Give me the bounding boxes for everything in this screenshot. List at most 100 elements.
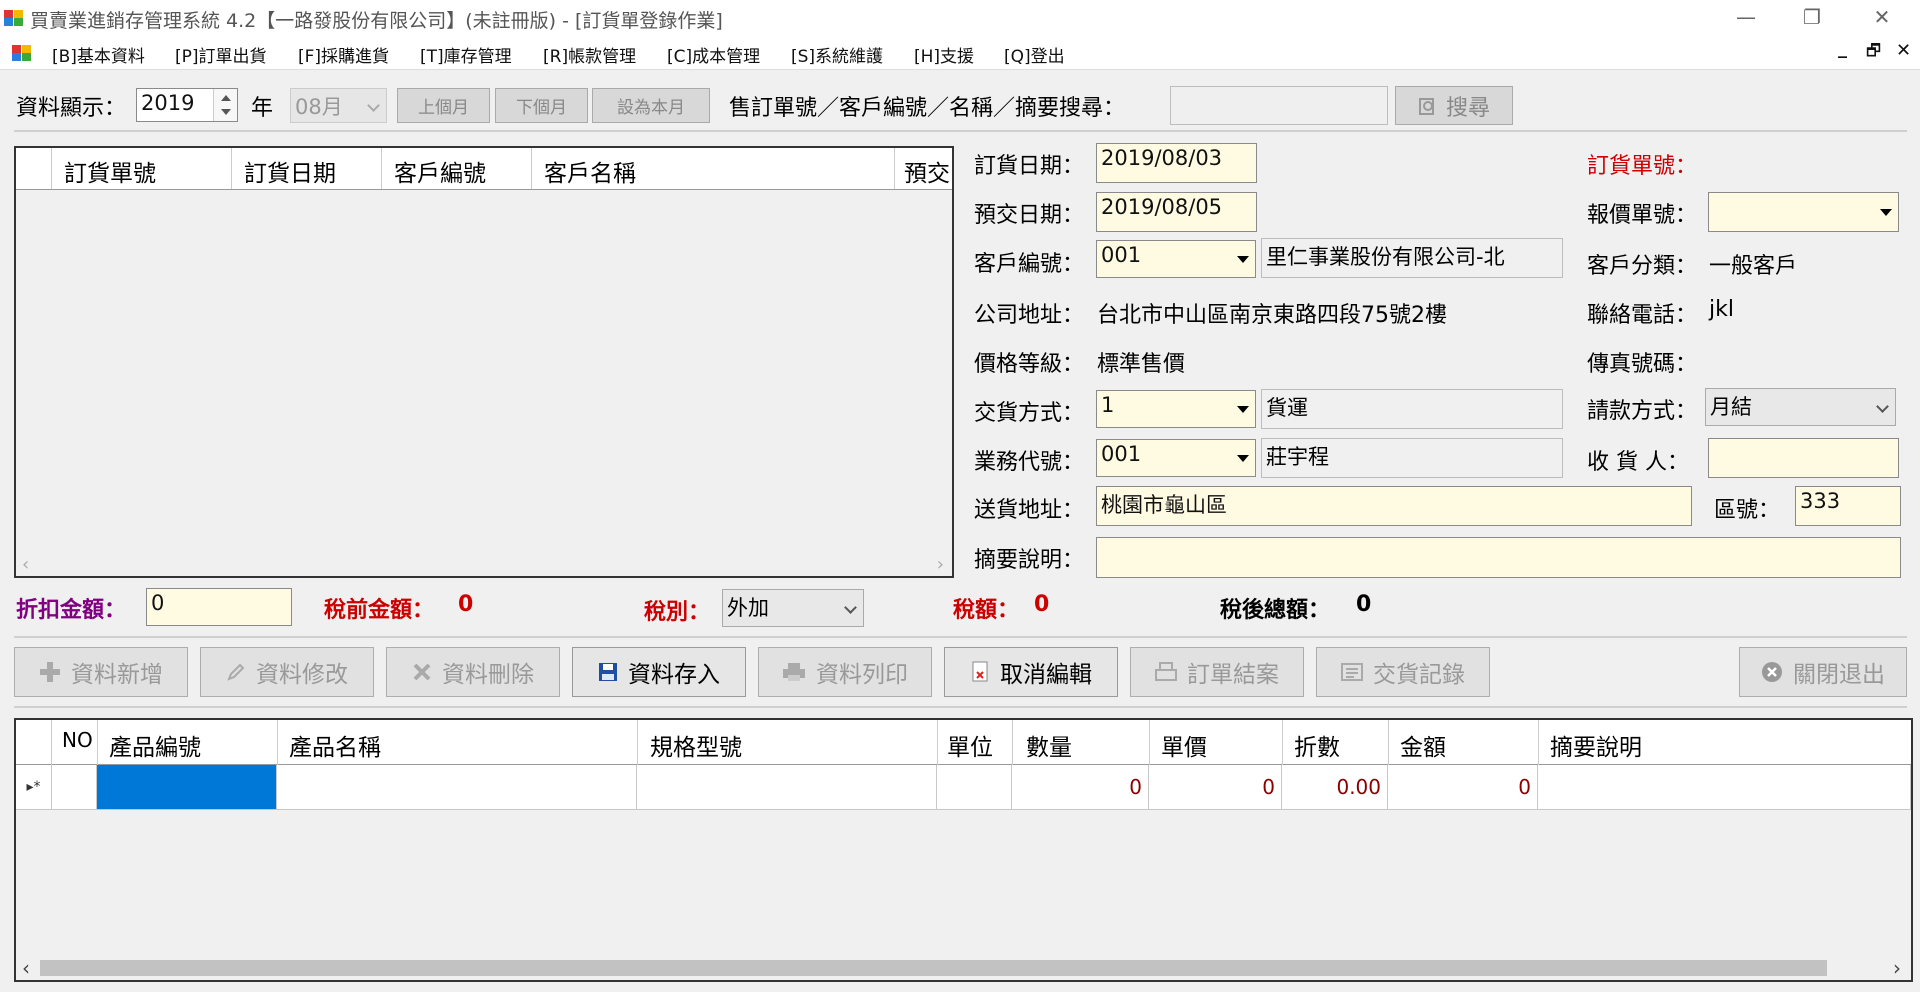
- mdi-minimize-button[interactable]: _: [1838, 38, 1847, 59]
- add-button[interactable]: 資料新增: [14, 647, 188, 697]
- close-order-button[interactable]: 訂單結案: [1130, 647, 1304, 697]
- menu-orders[interactable]: [P]訂單出貨: [175, 42, 267, 67]
- divider: [14, 130, 1907, 132]
- col-qty[interactable]: 數量: [1026, 728, 1072, 762]
- cell-product-name[interactable]: [277, 765, 637, 810]
- search-input[interactable]: [1170, 86, 1388, 125]
- delete-button[interactable]: 資料刪除: [386, 647, 560, 697]
- col-no[interactable]: NO: [62, 728, 93, 752]
- prev-month-button[interactable]: 上個月: [397, 88, 490, 123]
- mdi-close-button[interactable]: ✕: [1896, 40, 1911, 61]
- menu-support[interactable]: [H]支援: [914, 42, 974, 67]
- cell-qty[interactable]: 0: [1012, 765, 1149, 810]
- col-amount[interactable]: 金額: [1400, 728, 1446, 762]
- chevron-down-icon: [844, 601, 857, 614]
- menu-cost[interactable]: [C]成本管理: [667, 42, 760, 67]
- cell-spec[interactable]: [637, 765, 937, 810]
- col-price[interactable]: 單價: [1161, 728, 1207, 762]
- scroll-left-icon[interactable]: ‹: [22, 956, 30, 980]
- detail-grid[interactable]: NO 產品編號 產品名稱 規格型號 單位 數量 單價 折數 金額 摘要說明 ▸*…: [14, 718, 1913, 982]
- col-discount[interactable]: 折數: [1294, 728, 1340, 762]
- menu-logout[interactable]: [Q]登出: [1004, 42, 1065, 67]
- spinner-buttons[interactable]: [213, 89, 237, 121]
- edit-button[interactable]: 資料修改: [200, 647, 374, 697]
- cancel-edit-button[interactable]: 取消編輯: [944, 647, 1118, 697]
- year-spinner[interactable]: 2019: [136, 88, 238, 122]
- menu-accounts[interactable]: [R]帳款管理: [543, 42, 636, 67]
- menu-purchase[interactable]: [F]採購進貨: [298, 42, 389, 67]
- add-button-label: 資料新增: [71, 662, 163, 688]
- year-value: 2019: [141, 91, 195, 115]
- close-button[interactable]: ✕: [1852, 0, 1912, 34]
- col-product-no[interactable]: 產品編號: [109, 728, 201, 762]
- search-button[interactable]: 搜尋: [1395, 86, 1513, 125]
- cell-unit[interactable]: [937, 765, 1012, 810]
- zip-field[interactable]: 333: [1795, 486, 1901, 526]
- discount-field[interactable]: 0: [146, 588, 292, 626]
- menu-system[interactable]: [S]系統維護: [791, 42, 883, 67]
- delivery-addr-field[interactable]: 桃園市龜山區: [1096, 486, 1692, 526]
- spin-down-icon[interactable]: [221, 109, 231, 115]
- cell-amount[interactable]: 0: [1388, 765, 1538, 810]
- col-order-date[interactable]: 訂貨日期: [244, 154, 336, 188]
- cell-no[interactable]: [52, 765, 97, 810]
- menu-bar: [B]基本資料 [P]訂單出貨 [F]採購進貨 [T]庫存管理 [R]帳款管理 …: [0, 34, 1920, 70]
- print-button[interactable]: 資料列印: [758, 647, 932, 697]
- exit-button[interactable]: 關閉退出: [1739, 647, 1907, 697]
- col-cust-name[interactable]: 客戶名稱: [544, 154, 636, 188]
- pay-select[interactable]: 月結: [1705, 388, 1896, 426]
- minimize-button[interactable]: —: [1716, 0, 1776, 34]
- mdi-restore-button[interactable]: 🗗: [1866, 40, 1881, 67]
- col-unit[interactable]: 單位: [947, 728, 993, 762]
- scroll-left-icon[interactable]: ‹: [22, 554, 29, 575]
- this-month-button[interactable]: 設為本月: [592, 88, 710, 123]
- col-memo[interactable]: 摘要說明: [1550, 728, 1642, 762]
- col-divider: [231, 148, 232, 189]
- sales-code-select[interactable]: 001: [1096, 439, 1256, 477]
- ship-code-select[interactable]: 1: [1096, 390, 1256, 428]
- menu-inventory[interactable]: [T]庫存管理: [420, 42, 512, 67]
- delivery-record-button[interactable]: 交貨記錄: [1316, 647, 1490, 697]
- cell-price[interactable]: 0: [1149, 765, 1282, 810]
- order-list-grid[interactable]: 訂貨單號 訂貨日期 客戶編號 客戶名稱 預交 ‹ ›: [14, 146, 954, 578]
- fax-label: 傳真號碼：: [1587, 352, 1698, 377]
- col-spec[interactable]: 規格型號: [650, 728, 742, 762]
- cell-product-no-selected[interactable]: [97, 765, 277, 810]
- cust-no-select[interactable]: 001: [1096, 240, 1256, 278]
- cust-no-value: 001: [1101, 243, 1142, 267]
- horizontal-scrollbar[interactable]: ‹ ›: [16, 956, 1911, 980]
- cancel-edit-button-label: 取消編輯: [1000, 662, 1092, 688]
- save-button[interactable]: 資料存入: [572, 647, 746, 697]
- col-cust-no[interactable]: 客戶編號: [394, 154, 486, 188]
- pay-value: 月結: [1710, 395, 1752, 419]
- scroll-right-icon[interactable]: ›: [1893, 956, 1901, 980]
- order-date-label: 訂貨日期：: [974, 154, 1085, 179]
- due-date-field[interactable]: 2019/08/05: [1096, 192, 1257, 232]
- taxtype-select[interactable]: 外加: [722, 589, 864, 627]
- menu-basic[interactable]: [B]基本資料: [52, 42, 145, 67]
- col-order-no[interactable]: 訂貨單號: [64, 154, 156, 188]
- horizontal-scrollbar[interactable]: ‹ ›: [16, 552, 952, 576]
- ship-name-field: 貨運: [1261, 389, 1563, 429]
- col-product-name[interactable]: 產品名稱: [289, 728, 381, 762]
- restore-button[interactable]: ❐: [1782, 0, 1842, 34]
- close-order-button-label: 訂單結案: [1187, 662, 1279, 688]
- col-divider: [894, 148, 895, 189]
- col-due[interactable]: 預交: [904, 154, 952, 188]
- spin-up-icon[interactable]: [221, 95, 231, 101]
- ship-code-value: 1: [1101, 393, 1115, 417]
- quote-no-select[interactable]: [1708, 192, 1899, 232]
- memo-field[interactable]: [1096, 537, 1901, 578]
- cell-memo[interactable]: [1538, 765, 1911, 810]
- next-month-button[interactable]: 下個月: [495, 88, 588, 123]
- table-row[interactable]: ▸* 0 0 0.00 0: [16, 765, 1911, 810]
- receiver-field[interactable]: [1708, 438, 1899, 478]
- order-date-field[interactable]: 2019/08/03: [1096, 143, 1257, 183]
- scroll-right-icon[interactable]: ›: [937, 554, 944, 575]
- col-divider: [1538, 720, 1539, 765]
- pretax-value: 0: [458, 592, 474, 617]
- month-select[interactable]: 08月: [290, 88, 387, 123]
- scrollbar-thumb[interactable]: [40, 960, 1827, 976]
- cell-discount[interactable]: 0.00: [1282, 765, 1388, 810]
- after-tax-value: 0: [1356, 592, 1372, 617]
